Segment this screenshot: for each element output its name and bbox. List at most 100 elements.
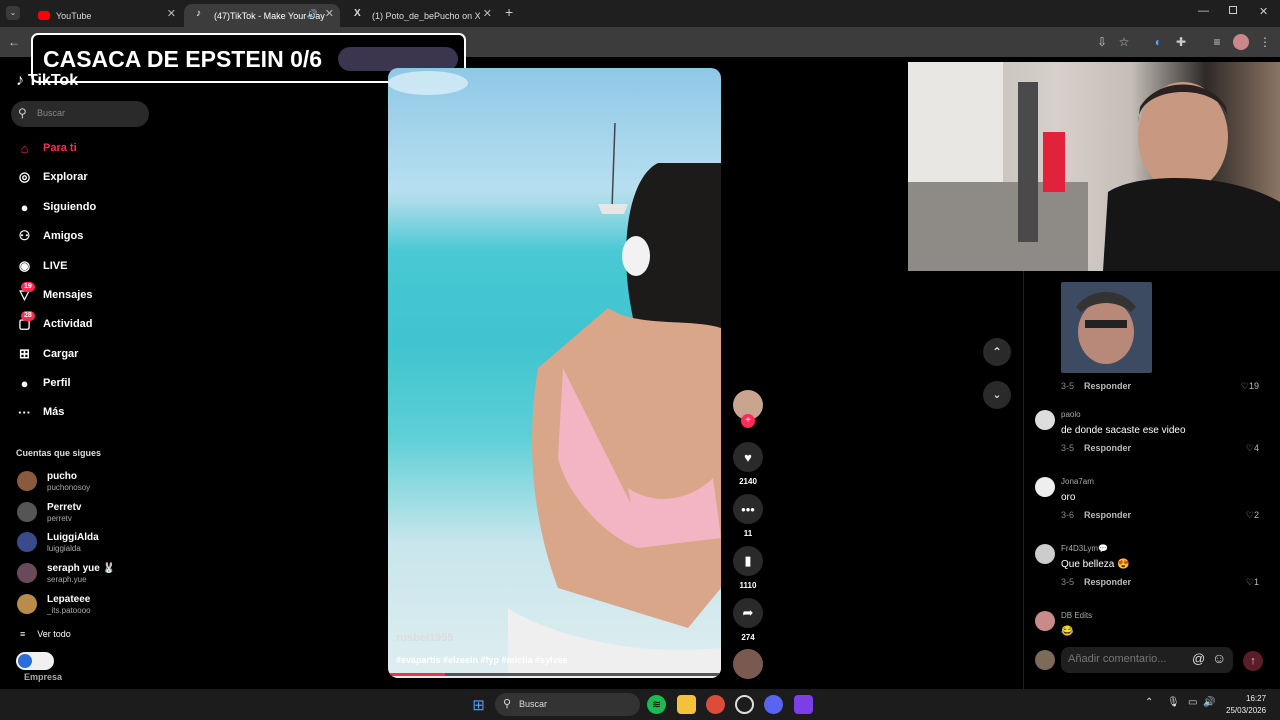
live-icon: ◉ [18,258,31,273]
avatar[interactable] [1035,611,1055,631]
reply-button[interactable]: Responder [1084,510,1131,520]
comment-input[interactable]: Añadir comentario... @ ☺ [1061,647,1233,673]
see-all-link[interactable]: ≡ Ver todo [20,629,71,639]
video-progress-track[interactable] [388,673,721,676]
previous-video-button[interactable]: ⌃ [983,338,1011,366]
discord-icon[interactable] [764,695,783,714]
comment-button[interactable]: ••• 11 [733,494,763,538]
followed-account[interactable]: pucho puchonosoy [16,467,146,497]
comment-like-button[interactable]: ♡4 [1246,443,1259,454]
tab-list-dropdown-icon[interactable]: ⌄ [6,6,20,20]
audio-playing-icon[interactable]: 🔊 [307,9,318,20]
share-button[interactable]: ➦ 274 [733,598,763,642]
close-tab-icon[interactable]: ✕ [483,7,492,20]
comment-like-button[interactable]: ♡1 [1246,577,1259,588]
windows-taskbar: ⊞ ⚲ Buscar ≋ ⌃ 🎙 ▭ 🔊 16:27 25/03/2026 [0,689,1280,720]
followed-account[interactable]: Perretv perretv [16,498,146,528]
x-logo-icon: X [354,8,361,19]
comment-text: 😂 [1061,626,1074,637]
comment-username[interactable]: Fr4D3Lym💬 [1061,544,1108,553]
sidebar-item-siguiendo[interactable]: ● Siguiendo [16,196,97,218]
tiktok-logo[interactable]: ♪ TikTok [16,72,78,90]
next-video-button[interactable]: ⌄ [983,381,1011,409]
sidebar-item-ms[interactable]: ··· Más [16,401,64,423]
reply-button[interactable]: Responder [1084,381,1131,391]
comment-username[interactable]: DB Edits [1061,611,1092,620]
network-icon[interactable]: ▭ [1188,697,1197,708]
post-comment-button[interactable]: ↑ [1243,651,1263,671]
save-count: 1110 [739,581,757,590]
taskbar-search[interactable]: ⚲ Buscar [495,693,640,716]
mention-icon[interactable]: @ [1192,651,1205,666]
followed-account[interactable]: LuiggiAlda luiggialda [16,528,146,558]
sidebar-item-mensajes[interactable]: ▽ 19 Mensajes [16,281,93,306]
tab-x[interactable]: X (1) Poto_de_bePucho on X: "Q ✕ [342,4,498,27]
restore-icon[interactable] [1229,6,1237,14]
comment-username[interactable]: paolo [1061,410,1081,419]
volume-icon[interactable]: 🔊 [1203,697,1215,708]
sidebar-item-cargar[interactable]: ⊞ Cargar [16,343,78,365]
comment-username[interactable]: Jona7am [1061,477,1094,486]
puzzle-icon[interactable]: ✚ [1173,34,1189,50]
video-author[interactable]: rusbel1955 [396,632,453,644]
spotify-icon[interactable]: ≋ [647,695,666,714]
avatar [17,471,37,491]
profile-icon: ● [20,375,29,391]
sidebar-item-label: Actividad [43,318,93,330]
comment-like-button[interactable]: ♡2 [1246,510,1259,521]
obs-icon[interactable] [735,695,754,714]
emoji-icon[interactable]: ☺ [1212,650,1226,666]
profile-avatar-icon[interactable] [1233,34,1249,50]
business-toggle[interactable] [16,652,54,670]
tab-youtube[interactable]: YouTube ✕ [26,4,182,27]
comment-image[interactable] [1061,282,1152,373]
menu-dots-icon[interactable]: ⋮ [1257,34,1273,50]
avatar[interactable] [1035,477,1055,497]
minimize-icon[interactable]: — [1198,5,1209,17]
reply-button[interactable]: Responder [1084,443,1131,453]
sidebar-item-actividad[interactable]: ▢ 28 Actividad [16,310,93,335]
sidebar-item-live[interactable]: ◉ LIVE [16,255,68,277]
bookmark-star-icon[interactable]: ☆ [1116,34,1132,50]
video-hashtags[interactable]: #evapartis #elzeein #fyp #mictia #sylvee [396,655,568,665]
sidebar-item-amigos[interactable]: ⚇ Amigos [16,225,84,247]
follow-plus-icon[interactable]: + [741,414,755,428]
back-arrow-icon[interactable]: ← [6,34,22,50]
goal-title: CASACA DE EPSTEIN 0/6 [43,46,323,72]
new-tab-button[interactable]: + [505,4,513,20]
author-avatar[interactable]: + [733,390,763,428]
sidebar-item-explorar[interactable]: ◎ Explorar [16,166,88,188]
save-button[interactable]: ▮ 1110 [733,546,763,590]
app-grid-icon[interactable] [794,695,813,714]
close-window-icon[interactable]: ✕ [1259,5,1268,18]
clock-time[interactable]: 16:27 [1246,694,1266,703]
business-label: Empresa [24,672,63,682]
like-button[interactable]: ♥ 2140 [733,442,763,486]
avatar[interactable] [1035,544,1055,564]
microphone-icon[interactable]: 🎙 [1167,697,1180,708]
close-tab-icon[interactable]: ✕ [325,7,334,20]
followed-account[interactable]: seraph yue 🐰 seraph.yue [16,559,146,589]
sidebar-item-label: Más [43,406,65,418]
search-box[interactable]: ⚲ Buscar [11,101,149,127]
close-tab-icon[interactable]: ✕ [167,7,176,20]
comment-like-button[interactable]: ♡19 [1241,381,1259,392]
file-explorer-icon[interactable] [677,695,696,714]
clock-date[interactable]: 25/03/2026 [1226,706,1266,715]
sidebar-item-para-ti[interactable]: ⌂ Para ti [16,137,77,159]
extension-icon[interactable]: ◖ [1149,34,1165,50]
video-player[interactable]: rusbel1955 #evapartis #elzeein #fyp #mic… [388,68,721,678]
avatar[interactable] [1035,410,1055,430]
comment-item: 3-5 Responder ♡19 [1035,282,1265,397]
tab-tiktok[interactable]: ♪ (47)TikTok - Make Your Day 🔊 ✕ [184,4,340,27]
account-handle: seraph.yue [47,575,87,584]
media-control-icon[interactable]: ≡ [1209,34,1225,50]
followed-account[interactable]: Lepateee _its.patoooo [16,590,146,620]
windows-start-icon[interactable]: ⊞ [469,695,488,714]
sidebar-item-perfil[interactable]: ● Perfil [16,372,71,394]
reply-button[interactable]: Responder [1084,577,1131,587]
tray-chevron-icon[interactable]: ⌃ [1145,697,1153,708]
chrome-icon[interactable] [706,695,725,714]
sound-disc[interactable] [733,649,763,679]
install-app-icon[interactable]: ⇩ [1094,34,1110,50]
